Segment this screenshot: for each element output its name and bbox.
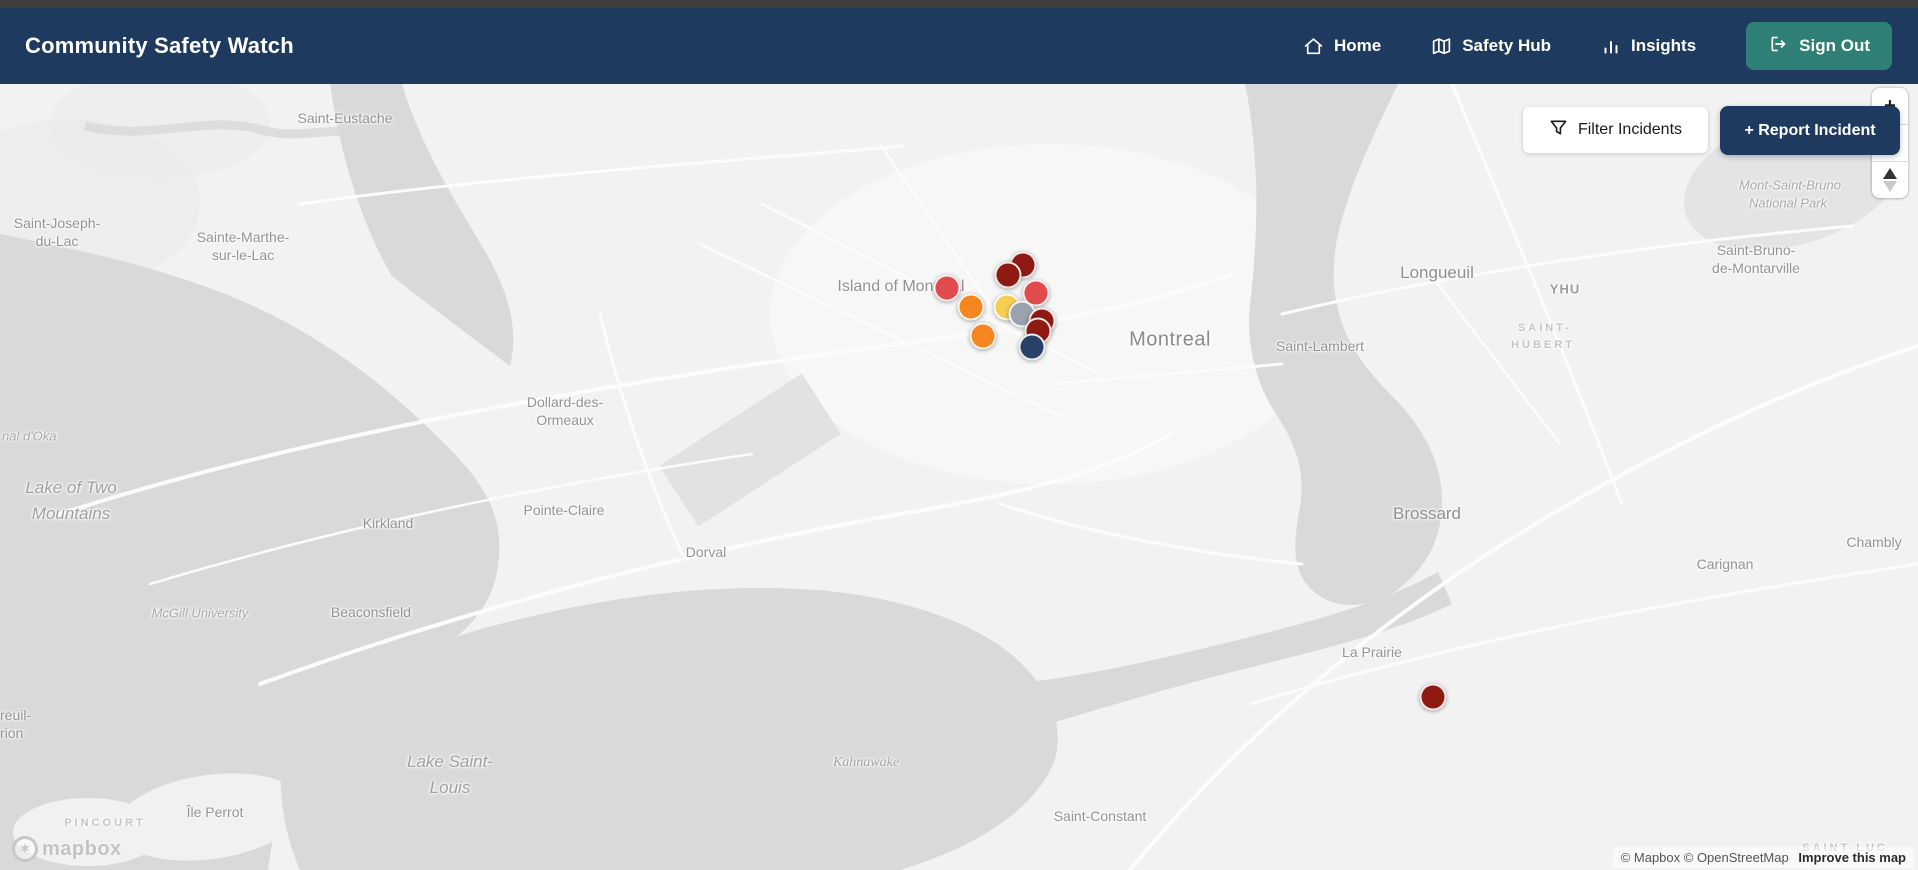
incident-marker[interactable] [969, 322, 997, 350]
nav-item-label: Home [1333, 36, 1382, 55]
compass-button[interactable] [1872, 162, 1908, 198]
app-title: Community Safety Watch [25, 33, 294, 58]
map-place-label: PINCOURT [64, 817, 146, 829]
map-base-layer [0, 84, 1918, 870]
attribution-text: © Mapbox © OpenStreetMap [1620, 850, 1789, 865]
improve-map-link[interactable]: Improve this map [1798, 850, 1906, 865]
map-place-label: Dollard-des- [526, 394, 604, 410]
map-place-label: nal d'Oka [2, 428, 57, 444]
map-place-label: Mountains [31, 504, 111, 523]
compass-north-needle [1883, 168, 1897, 179]
incident-marker[interactable] [994, 261, 1022, 289]
home-icon [1303, 36, 1324, 57]
map-place-label: Carignan [1696, 556, 1754, 572]
map-place-label: HUBERT [1511, 339, 1575, 351]
navbar: Community Safety Watch Home Safety Hub I… [0, 8, 1918, 84]
filter-icon [1549, 118, 1568, 142]
nav-item-home[interactable]: Home [1303, 36, 1381, 57]
map-place-label: Dorval [685, 544, 727, 560]
filter-label: Filter Incidents [1577, 121, 1683, 138]
map-place-label: Kahnawake [832, 755, 900, 770]
map-place-label: Lake of Two [25, 478, 117, 497]
incident-marker[interactable] [1018, 333, 1046, 361]
map[interactable]: Saint-Eustache Saint-Joseph-du-Lac Sainte-… [0, 84, 1918, 870]
window-edge [0, 0, 1918, 8]
map-place-label: Saint-Constant [1053, 808, 1147, 824]
map-place-label: Beaconsfield [330, 604, 412, 620]
filter-incidents-button[interactable]: Filter Incidents [1523, 107, 1708, 153]
map-icon [1431, 36, 1452, 57]
map-place-label: Saint-Eustache [297, 110, 393, 126]
nav-links: Home Safety Hub Insights Sign Out [1303, 22, 1892, 70]
map-place-label: National Park [1748, 195, 1828, 211]
nav-item-label: Safety Hub [1462, 36, 1551, 55]
map-place-label: Kirkland [362, 515, 414, 531]
map-place-label: Chambly [1846, 534, 1902, 550]
map-attribution: © Mapbox © OpenStreetMap Improve this ma… [1612, 847, 1914, 868]
sign-out-label: Sign Out [1799, 36, 1870, 55]
map-place-label: Louis [429, 778, 471, 797]
bar-chart-icon [1601, 36, 1621, 56]
incident-marker[interactable] [933, 274, 961, 302]
map-place-label: reuil- [0, 707, 32, 723]
nav-item-label: Insights [1631, 36, 1697, 55]
map-place-label: Saint-Joseph- [13, 215, 101, 231]
map-place-label: Île Perrot [186, 804, 244, 820]
map-place-label: YHU [1549, 281, 1581, 297]
sign-out-button[interactable]: Sign Out [1746, 22, 1892, 70]
map-place-label: Mont-Saint-Bruno [1739, 177, 1841, 193]
map-place-label: Longueuil [1400, 263, 1474, 282]
map-place-label: de-Montarville [1712, 260, 1800, 276]
map-place-label: Lake Saint- [407, 752, 493, 771]
map-place-label: McGill University [151, 605, 249, 621]
mapbox-logo-text: mapbox [42, 837, 122, 860]
map-place-label: Pointe-Claire [523, 502, 605, 518]
map-place-label: Brossard [1392, 504, 1462, 523]
map-place-label: Saint-Lambert [1276, 338, 1364, 354]
map-place-label: Ormeaux [536, 412, 594, 428]
map-place-label: SAINT- [1517, 322, 1573, 334]
mapbox-logo-icon: ✶ [12, 836, 38, 862]
compass-south-needle [1883, 181, 1897, 192]
map-place-label: du-Lac [35, 233, 79, 249]
incident-marker[interactable] [1419, 683, 1447, 711]
map-place-label: Montreal [1129, 328, 1211, 351]
map-place-label: sur-le-Lac [211, 247, 275, 263]
map-place-label: rion [0, 725, 24, 741]
map-place-label: Sainte-Marthe- [196, 229, 290, 245]
nav-item-insights[interactable]: Insights [1601, 36, 1696, 56]
sign-out-icon [1768, 34, 1788, 59]
nav-item-safety-hub[interactable]: Safety Hub [1431, 36, 1551, 57]
map-place-label: Saint-Bruno- [1716, 242, 1796, 258]
incident-marker[interactable] [957, 293, 985, 321]
report-incident-button[interactable]: + Report Incident [1720, 106, 1900, 155]
map-place-label: La Prairie [1342, 644, 1402, 660]
mapbox-logo[interactable]: ✶ mapbox [12, 836, 122, 862]
